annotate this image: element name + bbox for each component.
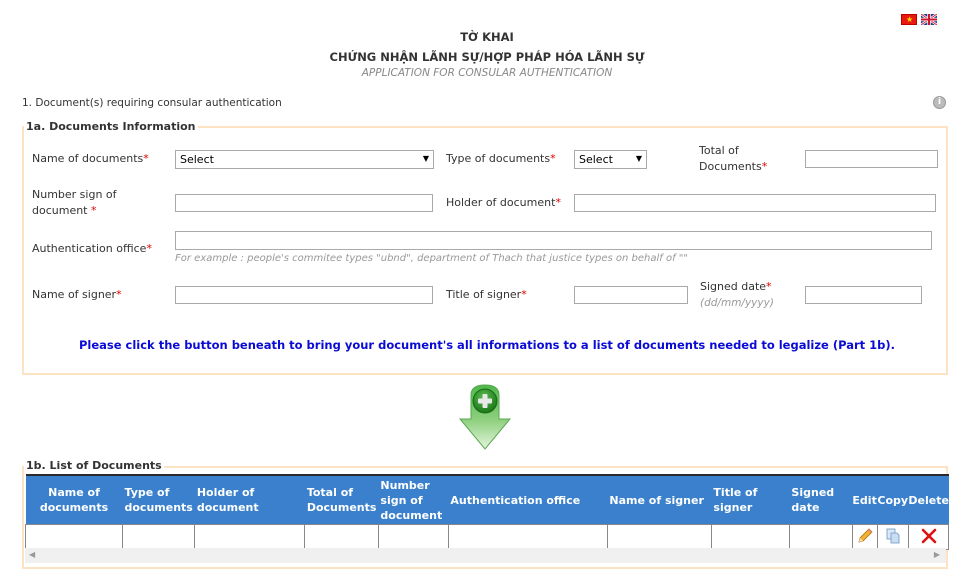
- select-value: Select: [180, 153, 214, 166]
- cell-signed-date: [788, 524, 853, 550]
- label-text: Name of signer: [32, 288, 117, 301]
- signed-date-label: Signed date* (dd/mm/yyyy): [700, 279, 774, 311]
- flag-uk-icon[interactable]: [921, 14, 937, 25]
- section-1-label: 1. Document(s) requiring consular authen…: [22, 97, 282, 109]
- label-line: Number sign of: [32, 188, 117, 201]
- required-mark: *: [146, 242, 152, 255]
- required-mark: *: [91, 204, 97, 217]
- column-header-type-of-documents[interactable]: Type of documents: [122, 474, 195, 525]
- x-icon: [921, 528, 936, 543]
- label-text: Name of documents: [32, 152, 144, 165]
- info-icon[interactable]: i: [933, 96, 946, 109]
- documents-info-legend: 1a. Documents Information: [24, 120, 198, 133]
- type-of-documents-select[interactable]: Select ▼: [574, 150, 647, 169]
- holder-of-document-label: Holder of document*: [446, 195, 561, 211]
- date-format-hint: (dd/mm/yyyy): [700, 297, 774, 309]
- column-header-edit: Edit: [852, 474, 878, 525]
- cell-total-of-documents: [304, 524, 379, 550]
- signed-date-input[interactable]: [805, 286, 922, 304]
- horizontal-scrollbar[interactable]: ◀ ▶: [25, 548, 946, 563]
- table-row: [25, 524, 950, 550]
- authentication-office-input[interactable]: [175, 231, 932, 250]
- number-sign-input[interactable]: [175, 194, 433, 212]
- dropdown-arrow-icon: ▼: [635, 154, 642, 163]
- column-header-total-of-documents[interactable]: Total of Documents: [304, 474, 379, 525]
- name-of-signer-input[interactable]: [175, 286, 433, 304]
- type-of-documents-label: Type of documents*: [446, 151, 556, 167]
- title-of-signer-input[interactable]: [574, 286, 688, 304]
- required-mark: *: [116, 288, 122, 301]
- column-header-number-sign[interactable]: Number sign of document: [378, 474, 449, 525]
- cell-type-of-documents: [121, 524, 196, 550]
- form-title: TỜ KHAI: [460, 30, 514, 44]
- label-line: Documents: [699, 160, 762, 173]
- name-of-signer-label: Name of signer*: [32, 287, 122, 303]
- required-mark: *: [143, 152, 149, 165]
- required-mark: *: [555, 196, 561, 209]
- column-header-delete: Delete: [908, 474, 949, 525]
- delete-button[interactable]: [907, 524, 950, 550]
- add-down-arrow-icon: [458, 384, 512, 450]
- column-header-name-of-signer[interactable]: Name of signer: [607, 474, 712, 525]
- authentication-office-hint: For example : people's commitee types "u…: [175, 253, 688, 264]
- cell-number-sign: [377, 524, 449, 550]
- label-text: Signed date: [700, 280, 767, 293]
- scroll-right-icon[interactable]: ▶: [934, 550, 940, 559]
- edit-button[interactable]: [851, 524, 878, 550]
- pencil-icon: [858, 527, 873, 543]
- title-of-signer-label: Title of signer*: [446, 287, 527, 303]
- column-header-title-of-signer[interactable]: Title of signer: [711, 474, 790, 525]
- label-line: document: [32, 204, 91, 217]
- select-value: Select: [579, 153, 613, 166]
- label-text: Type of documents: [446, 152, 551, 165]
- required-mark: *: [550, 152, 556, 165]
- cell-title-of-signer: [710, 524, 790, 550]
- documents-table: Name of documents Type of documents Hold…: [25, 474, 950, 550]
- add-to-list-button[interactable]: [458, 383, 512, 451]
- scroll-left-icon[interactable]: ◀: [29, 550, 35, 559]
- label-text: Title of signer: [446, 288, 522, 301]
- number-sign-label: Number sign of document *: [32, 187, 117, 219]
- cell-holder-of-document: [194, 524, 306, 550]
- cell-authentication-office: [447, 524, 608, 550]
- cell-name-of-signer: [606, 524, 712, 550]
- column-header-authentication-office[interactable]: Authentication office: [448, 474, 608, 525]
- table-header-row: Name of documents Type of documents Hold…: [25, 474, 949, 525]
- total-of-documents-input[interactable]: [805, 150, 938, 168]
- name-of-documents-select[interactable]: Select ▼: [175, 150, 434, 169]
- add-instruction-notice: Please click the button beneath to bring…: [78, 338, 896, 352]
- column-header-copy: Copy: [877, 474, 909, 525]
- required-mark: *: [761, 160, 768, 173]
- union-jack-graphic: [921, 14, 937, 25]
- column-header-signed-date[interactable]: Signed date: [789, 474, 853, 525]
- authentication-office-label: Authentication office*: [32, 241, 152, 257]
- label-line: Total of: [699, 144, 739, 157]
- form-subtitle: APPLICATION FOR CONSULAR AUTHENTICATION: [361, 67, 613, 79]
- label-text: Holder of document: [446, 196, 556, 209]
- required-mark: *: [521, 288, 527, 301]
- column-header-holder-of-document[interactable]: Holder of document: [194, 474, 305, 525]
- column-header-name-of-documents[interactable]: Name of documents: [25, 474, 123, 525]
- copy-icon: [886, 528, 900, 543]
- required-mark: *: [766, 280, 772, 293]
- total-of-documents-label: Total of Documents*: [699, 143, 767, 175]
- holder-of-document-input[interactable]: [574, 194, 936, 212]
- cell-name-of-documents: [25, 524, 123, 550]
- documents-list-legend: 1b. List of Documents: [24, 459, 164, 472]
- name-of-documents-label: Name of documents*: [32, 151, 149, 167]
- label-text: Authentication office: [32, 242, 147, 255]
- flag-vn-icon[interactable]: [901, 14, 917, 25]
- dropdown-arrow-icon: ▼: [422, 154, 429, 163]
- form-title-vietnamese: CHỨNG NHẬN LÃNH SỰ/HỢP PHÁP HÓA LÃNH SỰ: [329, 50, 645, 64]
- copy-button[interactable]: [876, 524, 909, 550]
